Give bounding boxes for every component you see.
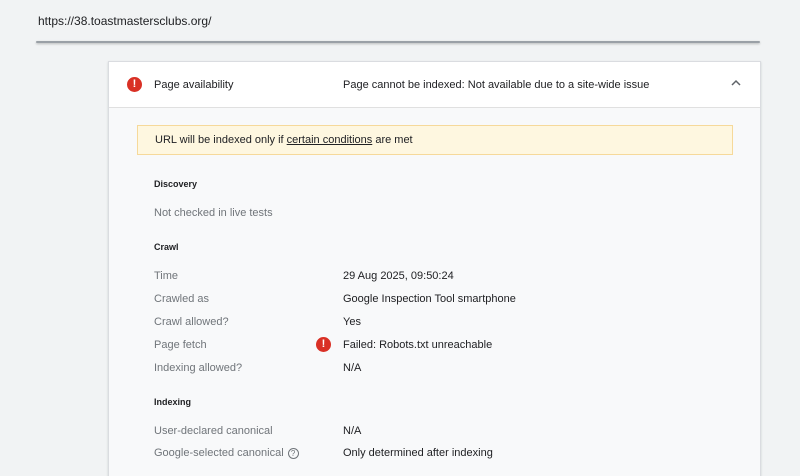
user-declared-canonical-label: User-declared canonical xyxy=(154,425,273,437)
crawl-time-value: 29 Aug 2025, 09:50:24 xyxy=(343,270,454,282)
card-header[interactable]: ! Page availability Page cannot be index… xyxy=(109,62,760,108)
page-fetch-value: Failed: Robots.txt unreachable xyxy=(343,339,493,351)
url-bar-divider xyxy=(36,41,760,43)
google-selected-canonical-value: Only determined after indexing xyxy=(343,447,493,459)
google-selected-canonical-row: Google-selected canonical? xyxy=(154,447,299,459)
google-selected-canonical-label: Google-selected canonical xyxy=(154,447,284,459)
error-icon: ! xyxy=(127,77,142,92)
indexing-heading: Indexing xyxy=(154,397,192,407)
crawl-allowed-label: Crawl allowed? xyxy=(154,316,229,328)
indexing-conditions-notice: URL will be indexed only if certain cond… xyxy=(137,125,733,155)
certain-conditions-link[interactable]: certain conditions xyxy=(287,134,373,146)
help-icon[interactable]: ? xyxy=(287,448,299,459)
page-availability-status: Page cannot be indexed: Not available du… xyxy=(343,79,650,91)
page-fetch-label: Page fetch xyxy=(154,339,207,351)
chevron-up-icon[interactable] xyxy=(729,76,743,90)
url-text[interactable]: https://38.toastmastersclubs.org/ xyxy=(38,14,211,28)
url-bar: https://38.toastmastersclubs.org/ xyxy=(0,0,800,44)
crawled-as-value: Google Inspection Tool smartphone xyxy=(343,293,516,305)
crawl-time-label: Time xyxy=(154,270,179,282)
indexing-allowed-value: N/A xyxy=(343,362,362,374)
indexing-allowed-label: Indexing allowed? xyxy=(154,362,243,374)
crawl-allowed-value: Yes xyxy=(343,316,361,328)
discovery-heading: Discovery xyxy=(154,179,198,189)
notice-suffix: are met xyxy=(372,134,413,146)
page-availability-title: Page availability xyxy=(154,79,234,91)
discovery-note: Not checked in live tests xyxy=(154,207,273,219)
crawl-heading: Crawl xyxy=(154,242,179,252)
crawled-as-label: Crawled as xyxy=(154,293,210,305)
user-declared-canonical-value: N/A xyxy=(343,425,362,437)
notice-prefix: URL will be indexed only if xyxy=(155,134,287,146)
page-availability-card: ! Page availability Page cannot be index… xyxy=(108,61,761,476)
page-fetch-error-icon: ! xyxy=(316,337,331,352)
